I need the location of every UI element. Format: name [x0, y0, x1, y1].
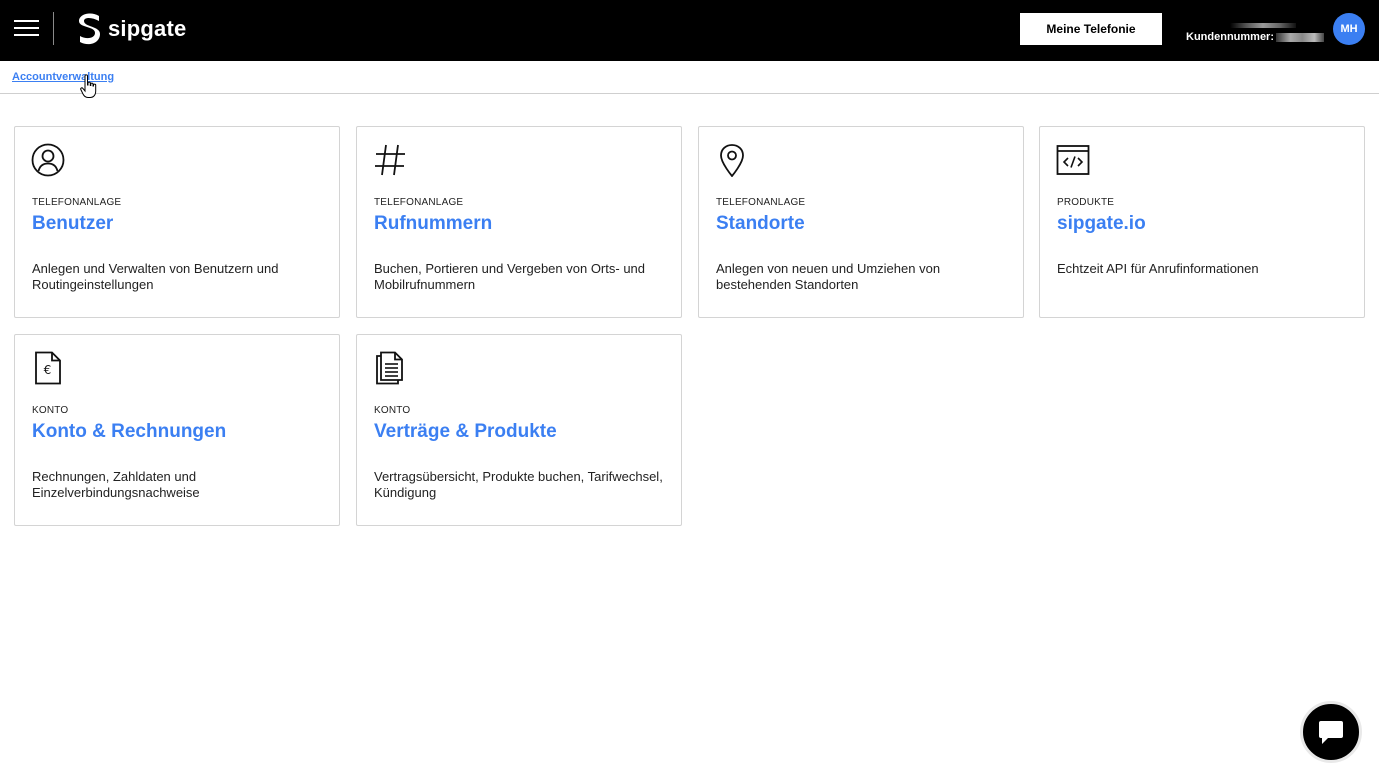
- hash-icon: [375, 144, 405, 176]
- card-title[interactable]: Benutzer: [32, 213, 113, 235]
- chat-button[interactable]: [1300, 701, 1362, 763]
- card-description: Vertragsübersicht, Produkte buchen, Tari…: [374, 469, 663, 500]
- euro-document-icon: €: [35, 351, 61, 385]
- card-description: Buchen, Portieren und Vergeben von Orts-…: [374, 261, 646, 292]
- card-konto-rechnungen[interactable]: € KONTO Konto & Rechnungen Rechnungen, Z…: [14, 334, 340, 526]
- card-category: KONTO: [32, 405, 69, 416]
- card-title[interactable]: sipgate.io: [1057, 213, 1146, 235]
- chat-bubble-icon: [1319, 721, 1343, 744]
- meine-telefonie-button[interactable]: Meine Telefonie: [1020, 13, 1162, 45]
- sipgate-logo[interactable]: sipgate: [77, 12, 186, 46]
- user-icon: [31, 143, 65, 177]
- svg-text:€: €: [44, 363, 52, 377]
- customer-number-label: Kundennummer:: [1186, 31, 1274, 43]
- customer-number: Kundennummer:: [1186, 31, 1324, 43]
- card-category: TELEFONANLAGE: [374, 197, 464, 208]
- card-category: PRODUKTE: [1057, 197, 1115, 208]
- card-vertraege-produkte[interactable]: KONTO Verträge & Produkte Vertragsübersi…: [356, 334, 682, 526]
- card-description: Anlegen von neuen und Umziehen von beste…: [716, 261, 941, 292]
- header-divider: [53, 12, 54, 45]
- card-description: Echtzeit API für Anrufinformationen: [1057, 261, 1259, 276]
- top-bar: sipgate Meine Telefonie Kundennummer: MH: [0, 0, 1379, 61]
- card-title[interactable]: Rufnummern: [374, 213, 492, 235]
- card-standorte[interactable]: TELEFONANLAGE Standorte Anlegen von neue…: [698, 126, 1024, 318]
- breadcrumb-accountverwaltung[interactable]: Accountverwaltung: [12, 71, 114, 83]
- card-category: TELEFONANLAGE: [716, 197, 806, 208]
- card-benutzer[interactable]: TELEFONANLAGE Benutzer Anlegen und Verwa…: [14, 126, 340, 318]
- hand-cursor-icon: [80, 74, 97, 98]
- breadcrumb-bar: Accountverwaltung: [0, 61, 1379, 94]
- card-description: Anlegen und Verwalten von Benutzern und …: [32, 261, 279, 292]
- card-description: Rechnungen, Zahldaten und Einzelverbindu…: [32, 469, 200, 500]
- documents-icon: [376, 351, 403, 385]
- card-category: KONTO: [374, 405, 411, 416]
- card-sipgate-io[interactable]: PRODUKTE sipgate.io Echtzeit API für Anr…: [1039, 126, 1365, 318]
- location-pin-icon: [720, 144, 744, 177]
- card-title[interactable]: Konto & Rechnungen: [32, 421, 226, 443]
- redacted-account-name: [1230, 23, 1296, 28]
- avatar[interactable]: MH: [1333, 13, 1365, 45]
- code-window-icon: [1056, 145, 1090, 175]
- card-rufnummern[interactable]: TELEFONANLAGE Rufnummern Buchen, Portier…: [356, 126, 682, 318]
- sipgate-logo-icon: [79, 13, 100, 45]
- redacted-customer-number: [1276, 32, 1324, 42]
- card-category: TELEFONANLAGE: [32, 197, 122, 208]
- card-title[interactable]: Standorte: [716, 213, 805, 235]
- card-title[interactable]: Verträge & Produkte: [374, 421, 557, 443]
- brand-name: sipgate: [108, 16, 187, 41]
- menu-icon[interactable]: [14, 20, 39, 40]
